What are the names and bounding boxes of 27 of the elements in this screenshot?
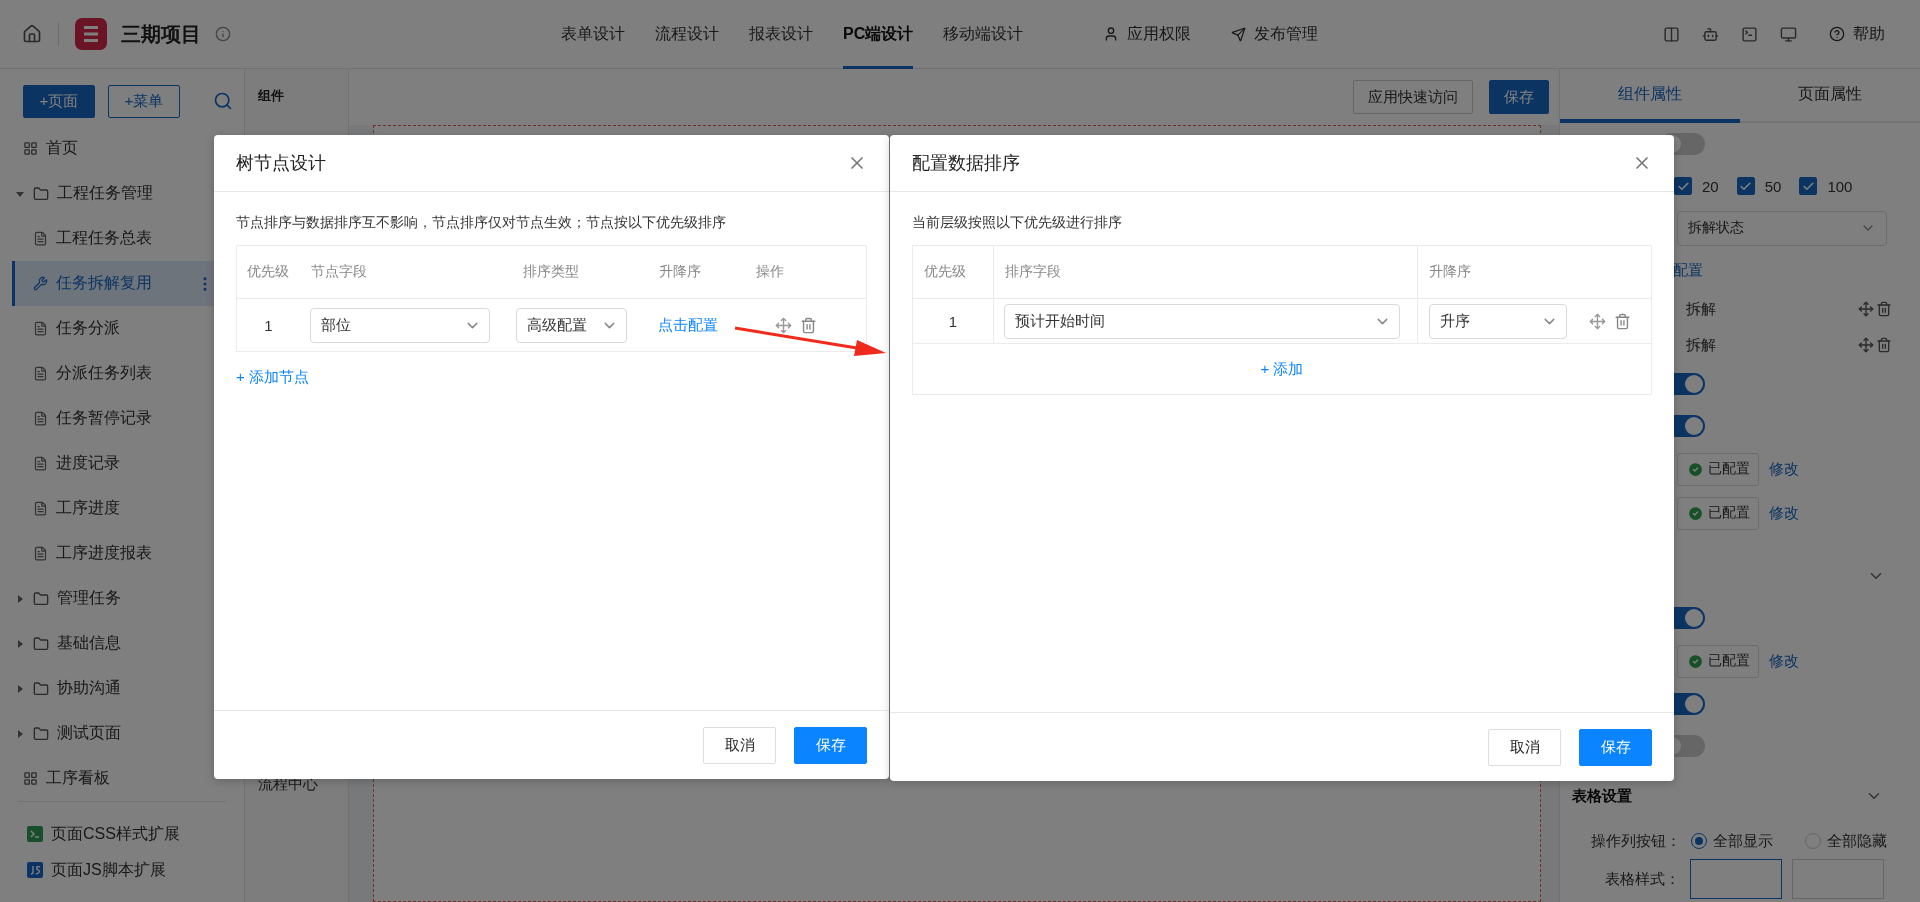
option-text: 拆解 — [1686, 335, 1716, 355]
field-label: 操作列按钮： — [1591, 831, 1681, 851]
column-header: 升降序 — [648, 246, 745, 299]
field-label: 表格样式： — [1605, 869, 1680, 889]
table-cell-text: 1 — [263, 315, 274, 336]
status-badge: 已配置 — [1677, 496, 1759, 530]
section-title: 表格设置 — [1572, 786, 1632, 806]
column-header: 排序类型 — [512, 246, 648, 299]
status-badge: 已配置 — [1677, 644, 1759, 678]
panel-title: 组件 — [258, 87, 285, 105]
project-title: 三期项目 — [121, 21, 201, 47]
column-header: 排序字段 — [994, 246, 1418, 299]
description-text: 节点排序与数据排序互不影响，节点排序仅对节点生效；节点按以下优先级排序 — [236, 214, 727, 232]
column-header: 升降序 — [1418, 246, 1651, 299]
option-text: 拆解 — [1686, 299, 1716, 319]
option-label: 100 — [1827, 177, 1853, 195]
dialog-title: 树节点设计 — [236, 152, 326, 175]
column-header: 操作 — [745, 246, 866, 299]
column-header: 优先级 — [913, 246, 994, 299]
table-cell: 1 — [913, 299, 994, 343]
option-label: 50 — [1764, 177, 1782, 195]
description-text: 当前层级按照以下优先级进行排序 — [912, 214, 1123, 232]
status-badge: 已配置 — [1677, 452, 1759, 486]
column-header: 优先级 — [237, 246, 300, 299]
column-header: 节点字段 — [300, 246, 512, 299]
dialog-title: 配置数据排序 — [912, 152, 1020, 175]
option-label: 20 — [1702, 177, 1719, 195]
